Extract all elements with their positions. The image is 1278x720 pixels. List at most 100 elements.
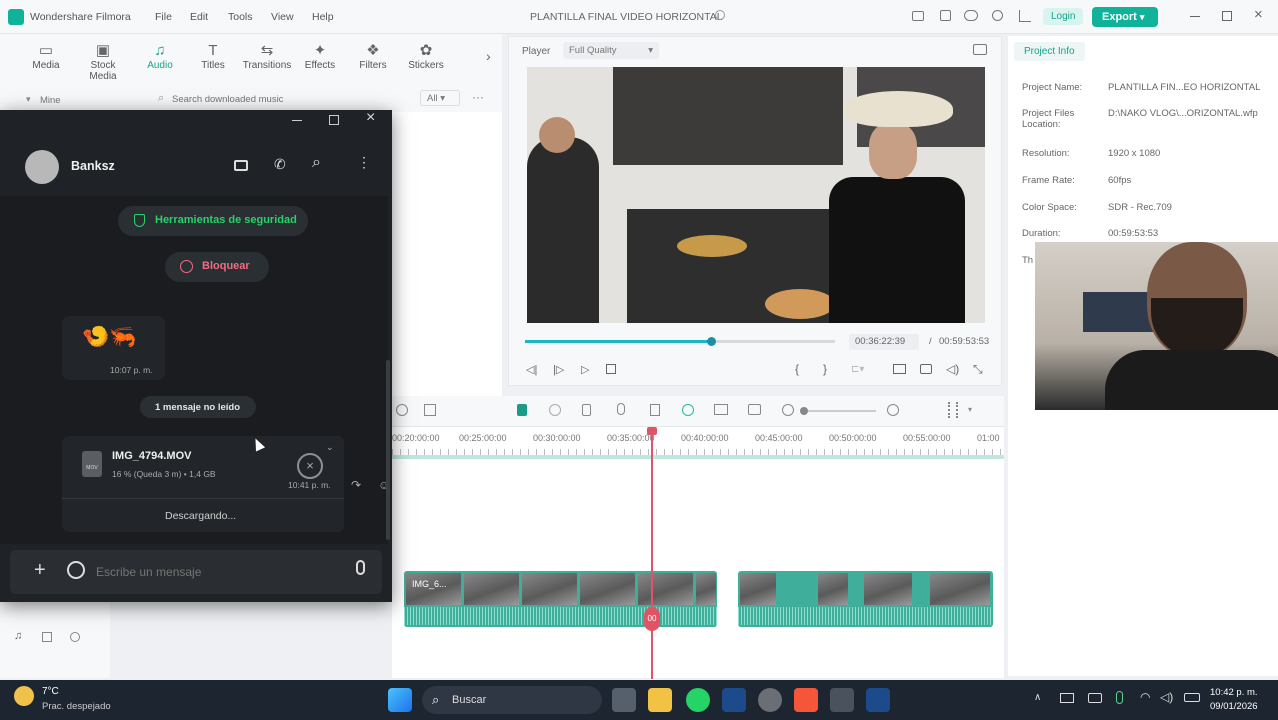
zoom-handle[interactable] xyxy=(800,407,808,415)
tray-app-icon[interactable] xyxy=(1060,693,1074,703)
chevron-down-icon[interactable]: ⌄ xyxy=(326,442,334,453)
mark-in-icon[interactable]: { xyxy=(795,362,799,376)
cloud-icon[interactable] xyxy=(964,10,978,21)
taskbar-search[interactable]: ⌕ Buscar xyxy=(422,686,602,714)
menu-file[interactable]: File xyxy=(155,11,172,23)
filmora-taskbar-icon[interactable] xyxy=(866,688,890,712)
gift-icon[interactable] xyxy=(1019,10,1031,22)
maximize-icon[interactable] xyxy=(329,115,339,125)
battery-icon[interactable] xyxy=(1184,693,1200,702)
music-search-input[interactable] xyxy=(172,90,412,108)
menu-help[interactable]: Help xyxy=(312,11,334,23)
info-icon[interactable] xyxy=(715,10,725,20)
app-icon[interactable] xyxy=(830,688,854,712)
weather-text[interactable]: Prac. despejado xyxy=(42,701,111,712)
wifi-icon[interactable]: ◠ xyxy=(1140,690,1150,704)
zoom-in-icon[interactable] xyxy=(887,404,899,416)
playback-progress[interactable] xyxy=(525,337,835,346)
weather-icon[interactable] xyxy=(14,686,34,706)
forward-icon[interactable]: ↷ xyxy=(351,478,361,492)
brave-icon[interactable] xyxy=(794,688,818,712)
subtitle-icon[interactable] xyxy=(748,404,761,415)
marker-icon[interactable] xyxy=(582,404,591,416)
tray-chevron-icon[interactable]: ∧ xyxy=(1034,692,1041,703)
play-icon[interactable]: ▷ xyxy=(581,363,589,376)
tool-audio[interactable]: ♫ Audio xyxy=(133,42,187,71)
close-icon[interactable]: × xyxy=(366,109,375,127)
menu-view[interactable]: View xyxy=(271,11,294,23)
mine-label[interactable]: Mine xyxy=(40,95,61,106)
volume-icon[interactable]: ◁) xyxy=(946,362,959,376)
file-explorer-icon[interactable] xyxy=(648,688,672,712)
tool-stickers[interactable]: ✿ Stickers xyxy=(399,42,453,71)
export-button[interactable]: Export ▾ xyxy=(1092,7,1158,27)
tray-app-icon[interactable] xyxy=(1088,693,1102,703)
tool-stock-media[interactable]: ▣ Stock Media xyxy=(76,42,130,82)
tool-transitions[interactable]: ⇆ Transitions xyxy=(240,42,294,71)
insert-icon[interactable]: ⊏▾ xyxy=(851,364,864,375)
video-call-icon[interactable] xyxy=(234,160,248,171)
camera-icon[interactable] xyxy=(920,364,932,374)
chevron-right-icon[interactable]: › xyxy=(486,48,491,64)
minimize-icon[interactable] xyxy=(1190,16,1200,17)
chat-scrollbar[interactable] xyxy=(386,360,390,540)
save-icon[interactable] xyxy=(940,10,951,21)
app-icon[interactable] xyxy=(722,688,746,712)
minimize-icon[interactable] xyxy=(292,120,302,121)
microphone-icon[interactable] xyxy=(1116,691,1123,704)
temperature[interactable]: 7°C xyxy=(42,686,59,697)
mine-chevron-icon[interactable]: ▾ xyxy=(26,94,31,105)
play-reverse-icon[interactable]: |▷ xyxy=(553,363,564,376)
tab-project-info[interactable]: Project Info xyxy=(1014,42,1085,61)
lock-icon[interactable] xyxy=(42,632,52,642)
task-view-icon[interactable] xyxy=(612,688,636,712)
block-button[interactable]: Bloquear xyxy=(165,252,269,282)
avatar[interactable] xyxy=(25,150,59,184)
menu-edit[interactable]: Edit xyxy=(190,11,208,23)
stop-icon[interactable] xyxy=(606,364,616,374)
mark-out-icon[interactable]: } xyxy=(823,362,827,376)
snapshot-icon[interactable] xyxy=(973,44,987,55)
tool-media[interactable]: ▭ Media xyxy=(19,42,73,71)
more-icon[interactable]: ··· xyxy=(472,90,484,104)
maximize-icon[interactable] xyxy=(1222,11,1232,21)
kebab-menu-icon[interactable]: ⋮ xyxy=(357,154,371,171)
security-tools-chip[interactable]: Herramientas de seguridad xyxy=(118,206,308,236)
layout-icon[interactable] xyxy=(912,11,924,21)
menu-tools[interactable]: Tools xyxy=(228,11,253,23)
playhead-handle[interactable] xyxy=(647,427,657,435)
zoom-out-icon[interactable] xyxy=(782,404,794,416)
ai-icon[interactable] xyxy=(682,404,694,416)
playhead[interactable] xyxy=(651,427,653,679)
display-icon[interactable] xyxy=(893,364,906,374)
windows-start-icon[interactable] xyxy=(388,688,412,712)
tool-filters[interactable]: ❖ Filters xyxy=(346,42,400,71)
cancel-download-button[interactable]: × xyxy=(297,453,323,479)
message-input[interactable] xyxy=(96,562,336,582)
whatsapp-icon[interactable] xyxy=(686,688,710,712)
chevron-down-icon[interactable]: ▾ xyxy=(968,405,972,414)
microphone-icon[interactable] xyxy=(617,403,625,415)
music-note-icon[interactable]: ♫ xyxy=(14,630,22,642)
voiceover-icon[interactable] xyxy=(650,404,660,416)
microphone-icon[interactable] xyxy=(356,560,365,575)
message-bubble[interactable]: 🍤🦐 10:07 p. m. xyxy=(62,316,165,380)
file-message[interactable]: MOV IMG_4794.MOV 16 % (Queda 3 m) • 1,4 … xyxy=(62,436,344,532)
pip-icon[interactable] xyxy=(714,404,728,415)
shield-icon[interactable] xyxy=(517,404,527,416)
obs-icon[interactable] xyxy=(758,688,782,712)
prev-frame-icon[interactable]: ◁| xyxy=(526,363,537,376)
video-clip[interactable] xyxy=(738,571,993,627)
progress-handle[interactable] xyxy=(707,337,716,346)
crop-icon[interactable] xyxy=(424,404,436,416)
emoji-icon[interactable] xyxy=(67,561,85,579)
login-button[interactable]: Login xyxy=(1043,8,1084,25)
support-icon[interactable] xyxy=(992,10,1003,21)
playhead-marker[interactable]: 00 xyxy=(644,607,660,631)
clock-time[interactable]: 10:42 p. m. xyxy=(1210,687,1258,698)
volume-icon[interactable]: ◁) xyxy=(1160,690,1173,704)
grid-icon[interactable] xyxy=(948,402,958,418)
tool-titles[interactable]: T Titles xyxy=(186,42,240,71)
mute-icon[interactable] xyxy=(70,632,80,642)
zoom-slider[interactable] xyxy=(800,407,876,415)
